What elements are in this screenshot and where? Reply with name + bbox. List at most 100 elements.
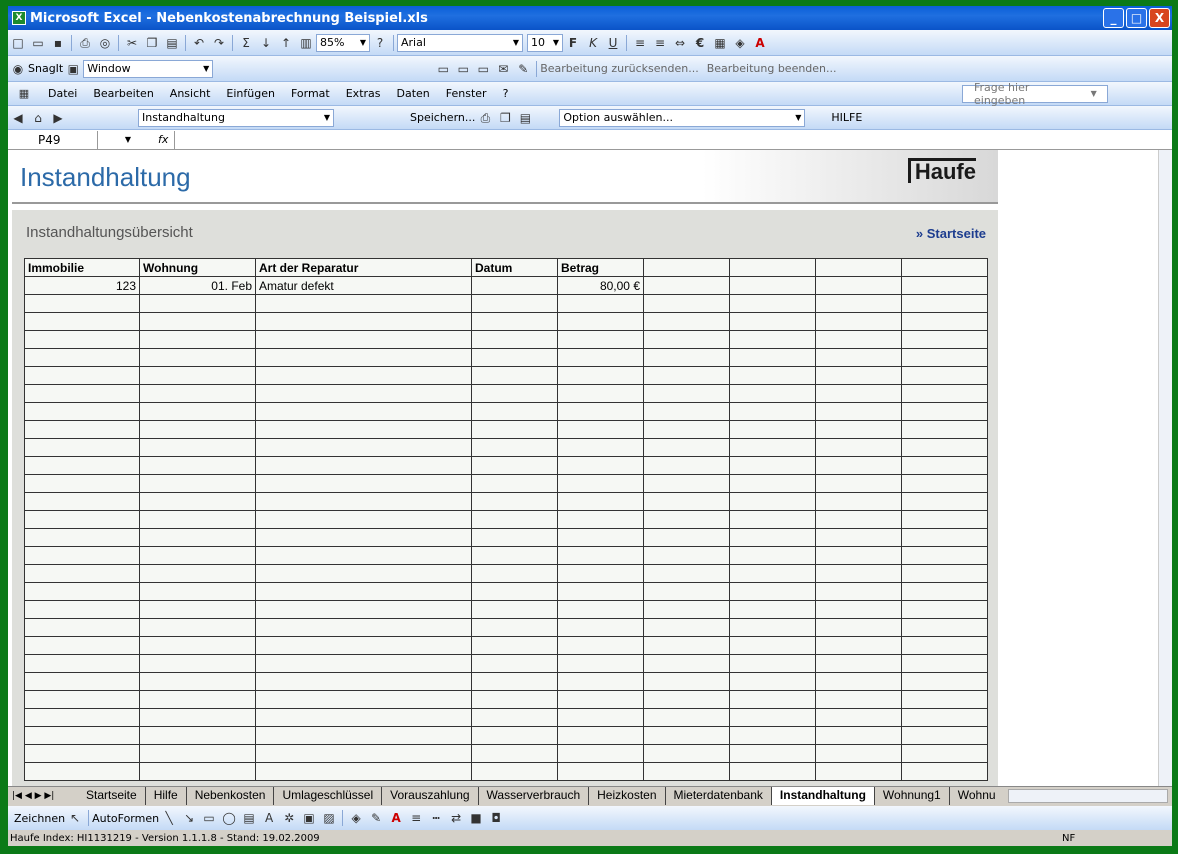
cell[interactable]	[815, 510, 902, 529]
cell[interactable]	[643, 492, 730, 511]
cell[interactable]	[255, 402, 472, 421]
cell[interactable]	[471, 420, 558, 439]
cell[interactable]	[901, 402, 988, 421]
cell[interactable]	[255, 438, 472, 457]
cell[interactable]	[557, 294, 644, 313]
cell[interactable]	[557, 600, 644, 619]
review-end-button[interactable]: Bearbeitung beenden...	[707, 62, 837, 75]
tab-mieterdatenbank[interactable]: Mieterdatenbank	[666, 786, 772, 805]
cell[interactable]	[815, 456, 902, 475]
cell[interactable]	[901, 474, 988, 493]
cell[interactable]	[24, 366, 140, 385]
cell[interactable]	[901, 636, 988, 655]
cell[interactable]	[729, 330, 816, 349]
cell[interactable]	[557, 762, 644, 781]
picture-icon[interactable]: ▨	[321, 810, 337, 826]
col-empty[interactable]	[815, 258, 902, 277]
cell[interactable]	[24, 348, 140, 367]
cell[interactable]	[729, 636, 816, 655]
tab-hilfe[interactable]: Hilfe	[146, 786, 187, 805]
cell[interactable]	[643, 726, 730, 745]
line-color-icon[interactable]: ✎	[368, 810, 384, 826]
cell[interactable]	[24, 600, 140, 619]
cell[interactable]	[255, 726, 472, 745]
folder-icon[interactable]: ▭	[435, 61, 451, 77]
nav-copy-icon[interactable]: ❐	[497, 110, 513, 126]
cell[interactable]	[901, 618, 988, 637]
zoom-select[interactable]: 85% ▼	[316, 33, 370, 52]
cell[interactable]	[901, 564, 988, 583]
hilfe-button[interactable]: HILFE	[831, 111, 862, 124]
print-icon[interactable]: ⎙	[77, 35, 93, 51]
cell[interactable]	[24, 438, 140, 457]
cell[interactable]	[643, 690, 730, 709]
draw-font-color-icon[interactable]: A	[388, 810, 404, 826]
cell[interactable]	[901, 672, 988, 691]
cell[interactable]	[471, 510, 558, 529]
cell[interactable]	[255, 330, 472, 349]
cell[interactable]	[643, 438, 730, 457]
cell[interactable]	[815, 582, 902, 601]
arrow-style-icon[interactable]: ⇄	[448, 810, 464, 826]
cell[interactable]	[815, 312, 902, 331]
cell[interactable]	[815, 438, 902, 457]
cell[interactable]	[643, 744, 730, 763]
cell[interactable]	[729, 510, 816, 529]
cell[interactable]	[139, 366, 256, 385]
worksheet[interactable]: Instandhaltung Haufe Instandhaltungsüber…	[8, 150, 1158, 786]
col-empty[interactable]	[643, 258, 730, 277]
cell-datum[interactable]	[471, 276, 558, 295]
cell[interactable]	[815, 600, 902, 619]
cell[interactable]	[815, 654, 902, 673]
cell-art[interactable]: Amatur defekt	[255, 276, 472, 295]
cell[interactable]	[643, 582, 730, 601]
cell[interactable]	[139, 690, 256, 709]
cell[interactable]	[255, 762, 472, 781]
snagit-window-icon[interactable]: ▣	[65, 61, 81, 77]
vertical-scrollbar[interactable]	[1158, 150, 1172, 786]
nav-print-icon[interactable]: ⎙	[477, 110, 493, 126]
cell[interactable]	[255, 708, 472, 727]
cell[interactable]	[729, 492, 816, 511]
cell[interactable]	[901, 294, 988, 313]
cell[interactable]	[643, 618, 730, 637]
cell[interactable]	[255, 636, 472, 655]
cell[interactable]	[557, 312, 644, 331]
cell[interactable]	[815, 726, 902, 745]
cell[interactable]	[557, 492, 644, 511]
cell[interactable]	[557, 744, 644, 763]
cell[interactable]	[471, 600, 558, 619]
cell[interactable]	[901, 546, 988, 565]
cell[interactable]	[471, 546, 558, 565]
cell[interactable]	[255, 564, 472, 583]
cell[interactable]	[471, 402, 558, 421]
cell[interactable]	[901, 762, 988, 781]
cell[interactable]	[557, 402, 644, 421]
sort-desc-icon[interactable]: ↑	[278, 35, 294, 51]
cell[interactable]	[24, 312, 140, 331]
cell[interactable]	[255, 600, 472, 619]
cell[interactable]	[729, 384, 816, 403]
clipart-icon[interactable]: ▣	[301, 810, 317, 826]
cell[interactable]	[643, 312, 730, 331]
cell[interactable]	[815, 690, 902, 709]
cell[interactable]	[815, 744, 902, 763]
font-select[interactable]: Arial ▼	[397, 33, 523, 52]
cell[interactable]	[139, 456, 256, 475]
cell[interactable]	[255, 690, 472, 709]
autoshapes-button[interactable]: AutoFormen	[92, 812, 159, 825]
cell[interactable]	[729, 762, 816, 781]
line-style-icon[interactable]: ≡	[408, 810, 424, 826]
cell[interactable]	[255, 510, 472, 529]
horizontal-scrollbar[interactable]	[1007, 788, 1168, 803]
cell[interactable]	[815, 294, 902, 313]
col-wohnung[interactable]: Wohnung	[139, 258, 256, 277]
cell[interactable]	[643, 402, 730, 421]
font-color-icon[interactable]: A	[752, 35, 768, 51]
cell[interactable]	[24, 618, 140, 637]
menu-einfuegen[interactable]: Einfügen	[226, 87, 275, 100]
cell[interactable]	[139, 546, 256, 565]
cell[interactable]	[643, 456, 730, 475]
cell[interactable]	[471, 294, 558, 313]
cell[interactable]	[471, 654, 558, 673]
